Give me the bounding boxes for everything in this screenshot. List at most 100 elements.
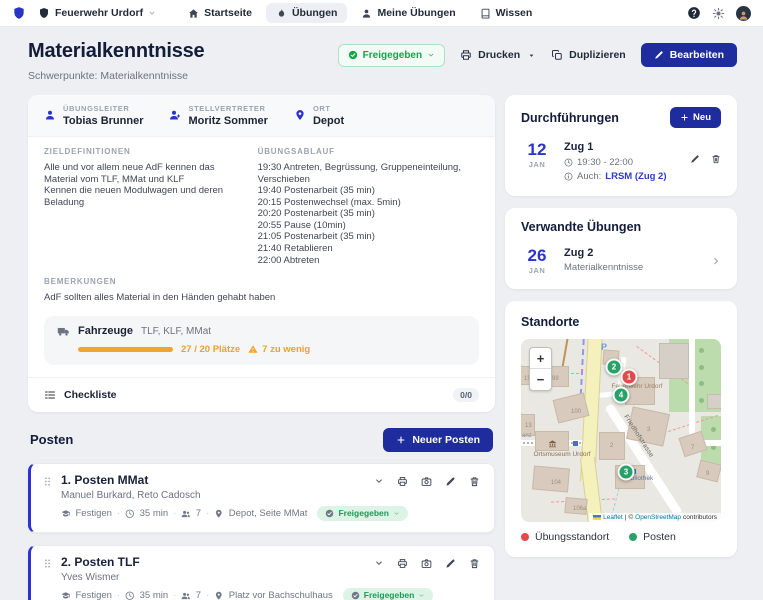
museum-icon xyxy=(548,439,557,448)
posten-section-header: Posten Neuer Posten xyxy=(30,428,493,452)
map-pin-icon xyxy=(214,591,224,600)
top-navbar: Feuerwehr Urdorf Startseite Übungen Mein… xyxy=(0,0,763,27)
map-attribution: Leaflet | © OpenStreetMap contributors xyxy=(589,513,721,522)
clock-icon xyxy=(564,158,573,167)
osm-link[interactable]: OpenStreetMap xyxy=(635,514,681,521)
org-switcher[interactable]: Feuerwehr Urdorf xyxy=(38,7,156,19)
goals-section: ZIELDEFINITIONEN Alle und vor allem neue… xyxy=(44,147,242,266)
edit-posten-icon[interactable] xyxy=(445,476,456,487)
map-zoom-control: + − xyxy=(529,347,552,391)
checklist-row[interactable]: Checkliste 0/0 xyxy=(28,378,495,412)
edit-durchfuehrung-icon[interactable] xyxy=(690,154,700,164)
delete-durchfuehrung-icon[interactable] xyxy=(711,154,721,164)
main-nav: Startseite Übungen Meine Übungen Wissen xyxy=(178,3,542,23)
deputy-info: STELLVERTRETER Moritz Sommer xyxy=(169,104,267,127)
navbar-right xyxy=(687,6,751,21)
nav-item-meine-uebungen[interactable]: Meine Übungen xyxy=(351,3,465,23)
collapse-chevron-icon[interactable] xyxy=(374,558,384,568)
checklist-icon xyxy=(44,389,56,401)
clock-icon xyxy=(125,591,135,600)
map-label-parking: P xyxy=(601,342,607,352)
print-button[interactable]: Drucken xyxy=(460,49,536,61)
page-title: Materialkenntnisse xyxy=(28,40,204,63)
user-avatar[interactable] xyxy=(736,6,751,21)
capacity-progress-bar xyxy=(78,347,173,352)
verwandte-uebungen-card: Verwandte Übungen 26 JAN Zug 2 Materialk… xyxy=(505,208,737,289)
home-icon xyxy=(188,8,199,19)
remarks-section: BEMERKUNGEN AdF sollten alles Material i… xyxy=(44,277,479,304)
capacity-warning: 7 zu wenig xyxy=(248,344,310,355)
map-marker-posten-3[interactable]: 3 xyxy=(618,463,635,480)
app-logo-shield-icon xyxy=(12,6,26,20)
new-durchfuehrung-button[interactable]: Neu xyxy=(670,107,721,128)
leader-info: ÜBUNGSLEITER Tobias Brunner xyxy=(44,104,143,127)
location-info: ORT Depot xyxy=(294,104,344,127)
drag-handle-icon[interactable] xyxy=(42,558,53,569)
locations-map[interactable]: 98 15 13 100 104 106a 2 3 7 9 P Feuerweh… xyxy=(521,339,721,522)
printer-icon xyxy=(460,49,472,61)
plus-icon xyxy=(680,113,689,122)
org-crest-icon xyxy=(38,7,50,19)
camera-icon[interactable] xyxy=(421,558,432,569)
map-pin-icon xyxy=(214,509,224,519)
check-circle-icon xyxy=(325,509,334,518)
delete-posten-icon[interactable] xyxy=(469,476,480,487)
schedule-section: ÜBUNGSABLAUF 19:30 Antreten, Begrüssung,… xyxy=(258,147,479,266)
user-plus-icon xyxy=(169,109,181,121)
also-exercise-link[interactable]: LRSM (Zug 2) xyxy=(605,171,666,182)
chevron-down-icon xyxy=(427,51,435,59)
collapse-chevron-icon[interactable] xyxy=(374,476,384,486)
capacity-text: 27 / 20 Plätze xyxy=(181,344,240,355)
vehicles-box: Fahrzeuge TLF, KLF, MMat 27 / 20 Plätze … xyxy=(44,316,479,365)
theme-toggle-sun-icon[interactable] xyxy=(712,7,725,20)
org-name: Feuerwehr Urdorf xyxy=(55,7,143,19)
verwandte-entry[interactable]: 26 JAN Zug 2 Materialkenntnisse xyxy=(521,247,721,275)
graduation-cap-icon xyxy=(61,591,71,600)
nav-item-uebungen[interactable]: Übungen xyxy=(266,3,348,23)
edit-button[interactable]: Bearbeiten xyxy=(641,43,737,67)
help-icon[interactable] xyxy=(687,6,701,20)
date-badge: 12 JAN xyxy=(521,141,553,169)
print-posten-icon[interactable] xyxy=(397,476,408,487)
status-dropdown-button[interactable]: Freigegeben xyxy=(338,44,445,67)
map-marker-uebungsstandort-1[interactable]: 1 xyxy=(621,368,638,385)
new-posten-button[interactable]: Neuer Posten xyxy=(383,428,493,452)
plus-icon xyxy=(396,435,406,445)
print-posten-icon[interactable] xyxy=(397,558,408,569)
zoom-out-button[interactable]: − xyxy=(530,369,551,390)
copy-icon xyxy=(551,49,563,61)
exercise-info-strip: ÜBUNGSLEITER Tobias Brunner STELLVERTRET… xyxy=(28,95,495,137)
standorte-card: Standorte xyxy=(505,301,737,557)
page-header: Materialkenntnisse Schwerpunkte: Materia… xyxy=(28,40,737,82)
edit-posten-icon[interactable] xyxy=(445,558,456,569)
posten-row-2: 2. Posten TLF Yves Wismer Festigen· 35 m… xyxy=(28,545,495,600)
nav-item-startseite[interactable]: Startseite xyxy=(178,3,262,23)
clock-icon xyxy=(125,509,135,519)
users-icon xyxy=(181,509,191,519)
map-pin-icon xyxy=(294,109,306,121)
zoom-in-button[interactable]: + xyxy=(530,348,551,369)
legend-posten: Posten xyxy=(629,531,676,543)
pencil-icon xyxy=(654,50,664,60)
leaflet-link[interactable]: Leaflet xyxy=(603,514,623,521)
map-label-street-cut: anz xyxy=(522,433,532,440)
chevron-right-icon[interactable] xyxy=(711,256,721,266)
posten-section-title: Posten xyxy=(30,432,73,447)
durchfuehrungen-card: Durchführungen Neu 12 JAN Zug 1 xyxy=(505,95,737,196)
duplicate-button[interactable]: Duplizieren xyxy=(551,49,626,61)
users-icon xyxy=(181,591,191,600)
map-marker-posten-4[interactable]: 4 xyxy=(613,386,630,403)
map-legend: Übungsstandort Posten xyxy=(521,531,721,543)
flame-icon xyxy=(276,8,287,19)
delete-posten-icon[interactable] xyxy=(469,558,480,569)
user-icon xyxy=(44,109,56,121)
check-circle-icon xyxy=(348,50,358,60)
nav-item-wissen[interactable]: Wissen xyxy=(470,3,543,23)
date-badge: 26 JAN xyxy=(521,247,553,275)
camera-icon[interactable] xyxy=(421,476,432,487)
drag-handle-icon[interactable] xyxy=(42,476,53,487)
chevron-down-icon xyxy=(148,9,156,17)
goal-text: Kennen die neuen Modulwagen und deren Be… xyxy=(44,185,242,208)
posten-row-1: 1. Posten MMat Manuel Burkard, Reto Cado… xyxy=(28,463,495,533)
avatar-person-icon xyxy=(738,10,749,21)
